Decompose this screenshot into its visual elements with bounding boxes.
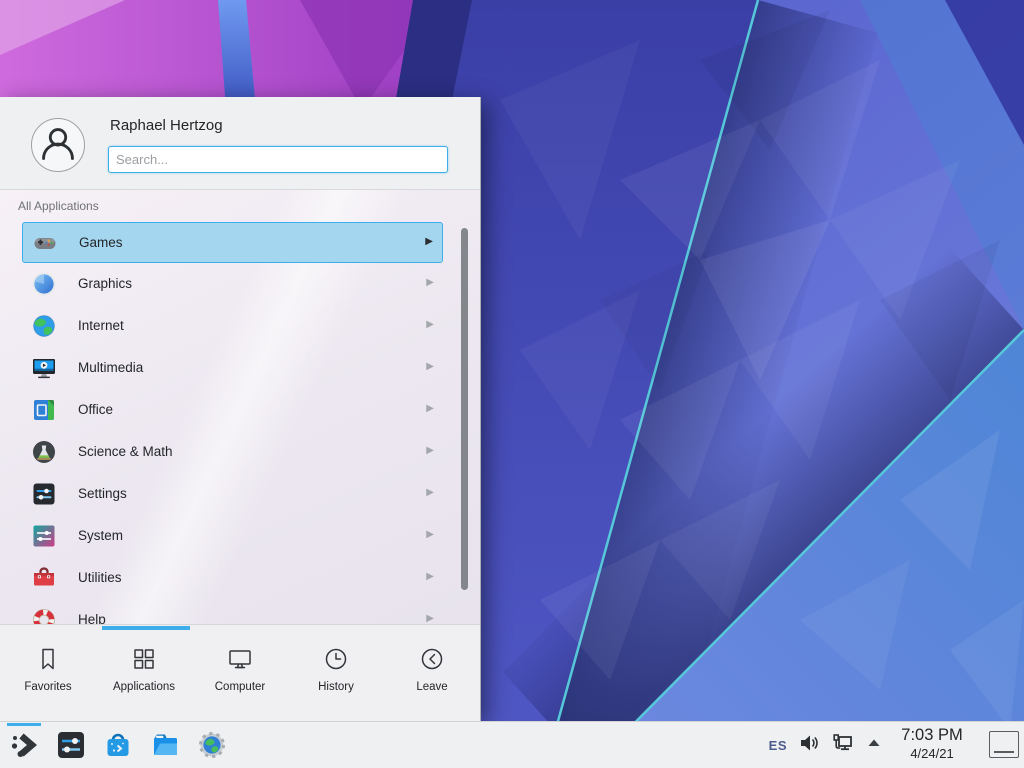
digital-clock[interactable]: 7:03 PM 4/24/21 [886,725,978,762]
user-name: Raphael Hertzog [110,117,223,134]
category-settings[interactable]: Settings ▶ [22,474,443,515]
tab-computer[interactable]: Computer [192,625,288,721]
keyboard-layout-indicator[interactable]: ES [769,738,787,753]
category-graphics[interactable]: Graphics ▶ [22,264,443,305]
tab-history[interactable]: History [288,625,384,721]
active-tab-indicator [102,626,190,630]
launcher-tabbar: Favorites Applications [0,624,480,721]
category-internet[interactable]: Internet ▶ [22,306,443,347]
discover-task-icon[interactable] [100,722,136,768]
section-label: All Applications [18,199,99,213]
category-label: Games [79,235,123,250]
applications-icon [131,646,157,672]
tab-label: Favorites [24,681,71,693]
category-label: Help [78,612,106,624]
science-icon [31,439,57,465]
category-label: Office [78,402,113,417]
chevron-right-icon: ▶ [426,613,434,624]
multimedia-icon [31,355,57,381]
help-icon [31,607,57,624]
chevron-right-icon: ▶ [425,236,433,247]
chevron-right-icon: ▶ [426,487,434,498]
system-tray: ES [769,722,882,768]
chevron-right-icon: ▶ [426,277,434,288]
user-icon [32,119,84,171]
tab-label: Computer [215,681,266,693]
computer-icon [227,646,253,672]
category-label: Settings [78,486,127,501]
category-science-math[interactable]: Science & Math ▶ [22,432,443,473]
leave-icon [419,646,445,672]
category-label: System [78,528,123,543]
launcher-body: All Applications [0,190,480,624]
category-games[interactable]: Games ▶ [22,222,443,263]
internet-icon [31,313,57,339]
system-settings-icon [56,730,86,760]
category-system[interactable]: System ▶ [22,516,443,557]
application-launcher-menu: Raphael Hertzog All Applications [0,97,481,721]
user-avatar[interactable] [31,118,85,172]
favorites-icon [35,646,61,672]
clock-time: 7:03 PM [886,725,978,745]
tab-leave[interactable]: Leave [384,625,480,721]
chevron-right-icon: ▶ [426,361,434,372]
utilities-icon [31,565,57,591]
games-icon [32,230,58,256]
category-multimedia[interactable]: Multimedia ▶ [22,348,443,389]
volume-icon[interactable] [798,732,820,759]
graphics-icon [31,271,57,297]
category-utilities[interactable]: Utilities ▶ [22,558,443,599]
clock-date: 4/24/21 [886,745,978,762]
expand-tray-arrow[interactable] [866,735,882,756]
konqueror-icon [197,730,227,760]
list-scrollbar[interactable] [461,228,468,590]
settings-icon [31,481,57,507]
tab-applications[interactable]: Applications [96,625,192,721]
tab-label: Leave [416,681,447,693]
discover-icon [103,730,133,760]
chevron-right-icon: ▶ [426,529,434,540]
chevron-right-icon: ▶ [426,571,434,582]
category-label: Graphics [78,276,132,291]
search-input[interactable] [108,146,448,173]
taskbar-apps [6,722,241,768]
show-desktop-button[interactable] [989,731,1019,758]
system-settings-task-icon[interactable] [53,722,89,768]
system-icon [31,523,57,549]
category-label: Utilities [78,570,122,585]
app-launcher-button[interactable] [6,722,42,768]
chevron-right-icon: ▶ [426,319,434,330]
category-label: Multimedia [78,360,143,375]
category-office[interactable]: Office ▶ [22,390,443,431]
chevron-right-icon: ▶ [426,403,434,414]
category-label: Science & Math [78,444,173,459]
tab-favorites[interactable]: Favorites [0,625,96,721]
dolphin-folder-icon [150,730,180,760]
taskbar-panel: ES 7:03 [0,721,1024,768]
active-task-indicator [7,723,41,726]
category-list: Games ▶ Graphics [0,218,480,624]
history-icon [323,646,349,672]
category-help[interactable]: Help ▶ [22,600,443,624]
tab-label: History [318,681,354,693]
office-icon [31,397,57,423]
desktop: Raphael Hertzog All Applications [0,0,1024,768]
konqueror-task-icon[interactable] [194,722,230,768]
chevron-right-icon: ▶ [426,445,434,456]
network-icon[interactable] [831,731,855,760]
category-label: Internet [78,318,124,333]
tab-label: Applications [113,681,175,693]
kickoff-icon [8,729,40,761]
dolphin-task-icon[interactable] [147,722,183,768]
launcher-header: Raphael Hertzog [0,97,480,190]
